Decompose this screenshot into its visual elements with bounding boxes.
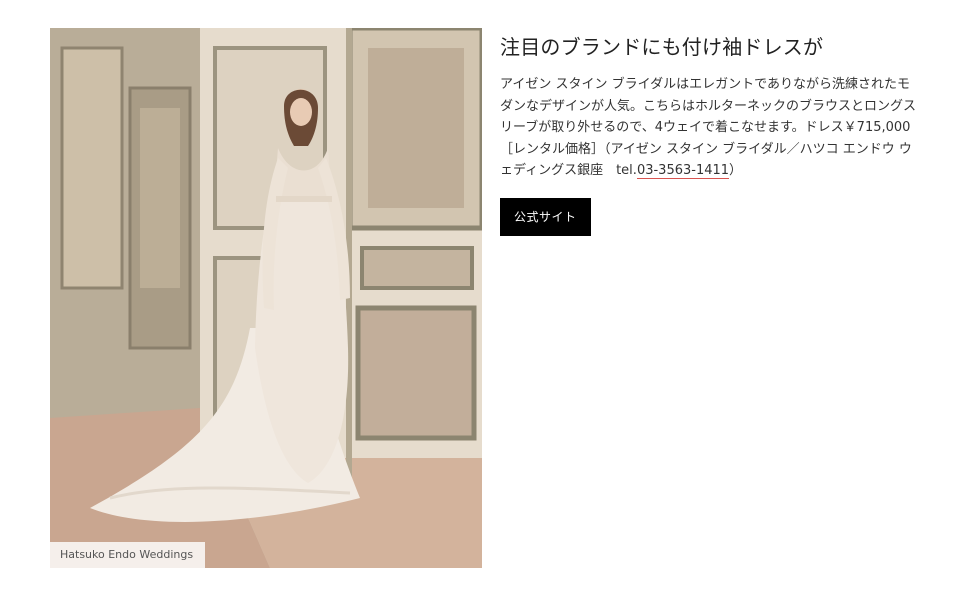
photo-credit: Hatsuko Endo Weddings	[50, 542, 206, 568]
official-site-button[interactable]: 公式サイト	[500, 197, 591, 236]
dress-photo-illustration	[50, 28, 482, 568]
article-heading: 注目のブランドにも付け袖ドレスが	[500, 35, 824, 59]
article-text-column: 注目のブランドにも付け袖ドレスが アイゼン スタイン ブライダルはエレガントであ…	[500, 30, 920, 236]
article-body: アイゼン スタイン ブライダルはエレガントでありながら洗練されたモダンなデザイン…	[500, 74, 920, 182]
article-body-closing: ）	[729, 163, 743, 178]
tel-link[interactable]: 03-3563-1411	[636, 163, 730, 179]
dress-photo: Hatsuko Endo Weddings	[50, 28, 482, 568]
